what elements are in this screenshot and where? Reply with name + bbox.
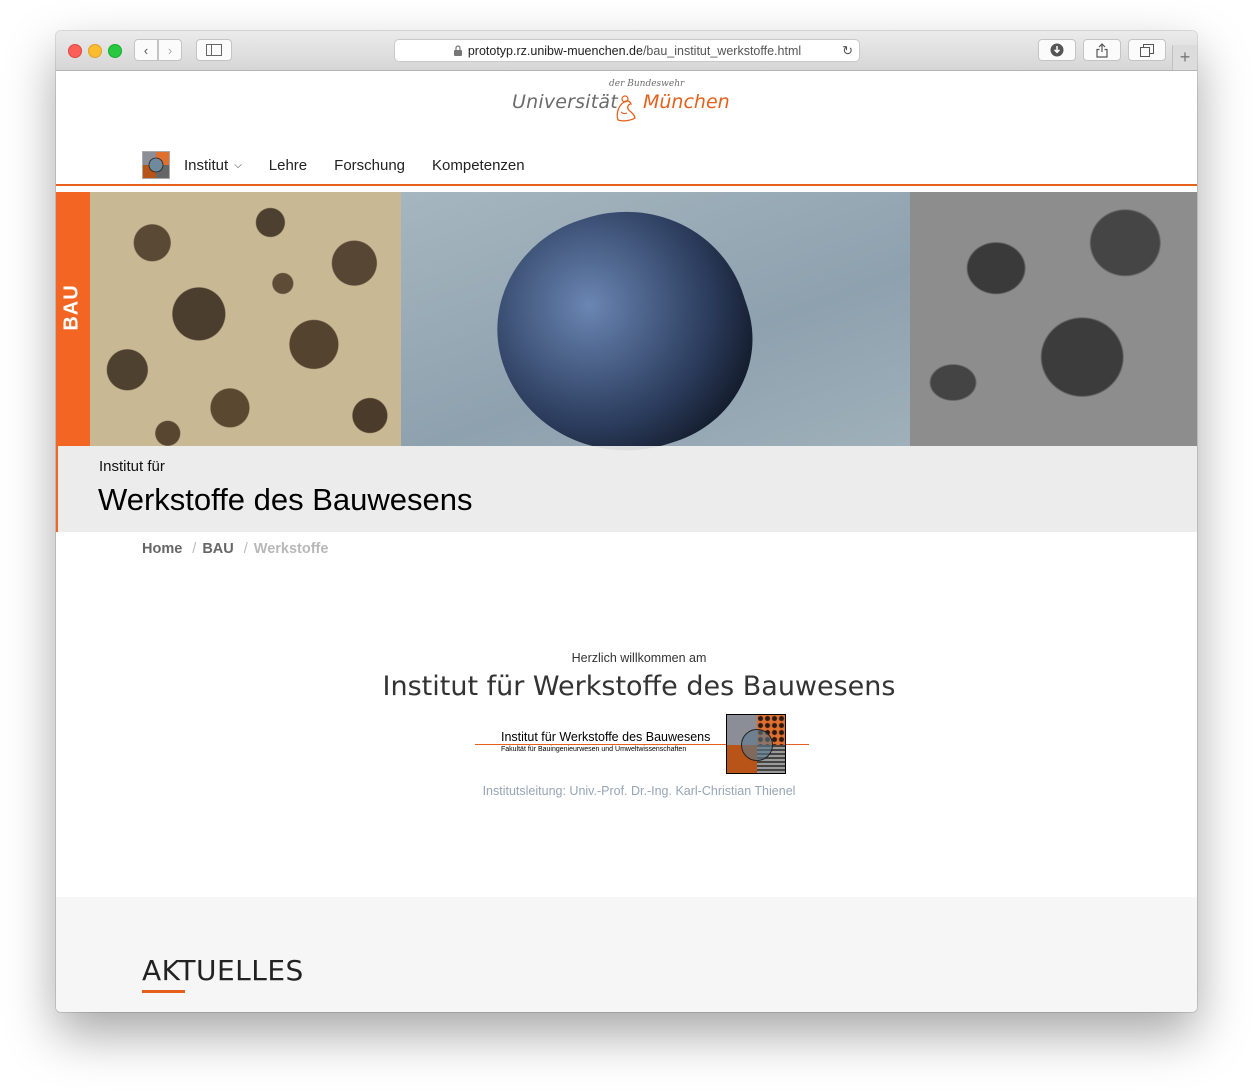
nav-item-label: Institut — [184, 156, 229, 174]
reload-icon[interactable]: ↻ — [842, 43, 853, 59]
hero-title: Werkstoffe des Bauwesens — [98, 482, 473, 517]
hero-image-aggregate — [401, 192, 910, 485]
forward-button[interactable]: › — [158, 39, 182, 61]
nav-item-label: Forschung — [334, 156, 406, 174]
breadcrumb-separator: / — [243, 541, 248, 557]
tabs-icon — [1140, 43, 1154, 57]
institute-leadership: Institutsleitung: Univ.-Prof. Dr.-Ing. K… — [482, 784, 796, 798]
hero-pretitle: Institut für — [99, 458, 165, 475]
nav-item-forschung[interactable]: Forschung — [334, 157, 405, 174]
news-section: AKTUELLES — [56, 897, 1197, 1012]
hero-image-porous-concrete — [90, 192, 401, 446]
sidebar-icon — [206, 44, 222, 56]
welcome-text: Herzlich willkommen am — [571, 651, 707, 665]
institute-logo-emblem — [726, 714, 786, 774]
logo-right-text: München — [643, 91, 730, 113]
breadcrumb-bau[interactable]: BAU — [202, 541, 233, 557]
lock-icon — [453, 45, 462, 56]
tab-overview-button[interactable] — [1128, 39, 1166, 61]
chevron-down-icon: ⌵ — [234, 159, 242, 171]
back-button[interactable]: ‹ — [134, 39, 158, 61]
minimize-window-button[interactable] — [88, 44, 102, 58]
plus-icon: + — [1179, 47, 1191, 67]
institute-thumbnail-logo[interactable] — [142, 151, 170, 179]
institute-logo-icon — [143, 152, 169, 178]
page-content: der Bundeswehr Universität München Insti… — [56, 71, 1197, 1012]
downloads-button[interactable] — [1038, 39, 1076, 61]
chevron-left-icon: ‹ — [143, 42, 149, 58]
institute-logo-title: Institut für Werkstoffe des Bauwesens — [501, 730, 711, 744]
institute-logo: Institut für Werkstoffe des Bauwesens Fa… — [475, 714, 811, 776]
url-path: /bau_institut_werkstoffe.html — [642, 43, 802, 58]
zoom-window-button[interactable] — [108, 44, 122, 58]
logo-subtitle: der Bundeswehr — [609, 79, 685, 89]
chevron-right-icon: › — [167, 42, 173, 58]
news-heading-underline — [142, 990, 185, 993]
page-title: Institut für Werkstoffe des Bauwesens — [382, 671, 896, 702]
hero-image-microscope — [910, 192, 1197, 446]
sidebar-toggle-button[interactable] — [196, 39, 232, 61]
nav-item-institut[interactable]: Institut ⌵ — [184, 157, 242, 174]
institute-logo-subtitle: Fakultät für Bauingenieurwesen und Umwel… — [501, 746, 687, 753]
share-icon — [1096, 42, 1108, 58]
url-host: prototyp.rz.unibw-muenchen.de — [467, 43, 643, 58]
nav-divider — [56, 184, 1197, 186]
faculty-tab[interactable]: BAU — [56, 192, 90, 446]
news-heading: AKTUELLES — [142, 954, 304, 987]
main-navigation: Institut ⌵ Lehre Forschung Kompetenzen — [142, 149, 552, 181]
address-bar[interactable]: prototyp.rz.unibw-muenchen.de/bau_instit… — [394, 39, 860, 62]
download-icon — [1050, 43, 1064, 57]
browser-window: ‹ › prototyp.rz.unibw-muenchen.de/bau_in… — [56, 31, 1197, 1012]
breadcrumb-separator: / — [192, 541, 197, 557]
hero-banner: BAU Institut für Werkstoffe des Bauwesen… — [56, 192, 1197, 532]
browser-toolbar: ‹ › prototyp.rz.unibw-muenchen.de/bau_in… — [56, 31, 1197, 71]
seal-icon — [616, 95, 636, 122]
nav-item-label: Lehre — [268, 156, 308, 174]
breadcrumb-home[interactable]: Home — [142, 541, 182, 557]
nav-item-label: Kompetenzen — [432, 156, 525, 174]
hero-caption: Institut für Werkstoffe des Bauwesens — [56, 446, 1197, 532]
faculty-tab-label: BAU — [60, 284, 83, 331]
nav-item-kompetenzen[interactable]: Kompetenzen — [432, 157, 525, 174]
close-window-button[interactable] — [68, 44, 82, 58]
breadcrumb-current: Werkstoffe — [253, 541, 329, 557]
share-button[interactable] — [1083, 39, 1121, 61]
aggregate-grain — [468, 192, 780, 485]
new-tab-button[interactable]: + — [1172, 45, 1197, 70]
nav-item-lehre[interactable]: Lehre — [269, 157, 307, 174]
university-logo[interactable]: der Bundeswehr Universität München — [512, 79, 732, 125]
logo-left-text: Universität — [512, 91, 618, 113]
breadcrumb: Home / BAU / Werkstoffe — [142, 541, 328, 557]
